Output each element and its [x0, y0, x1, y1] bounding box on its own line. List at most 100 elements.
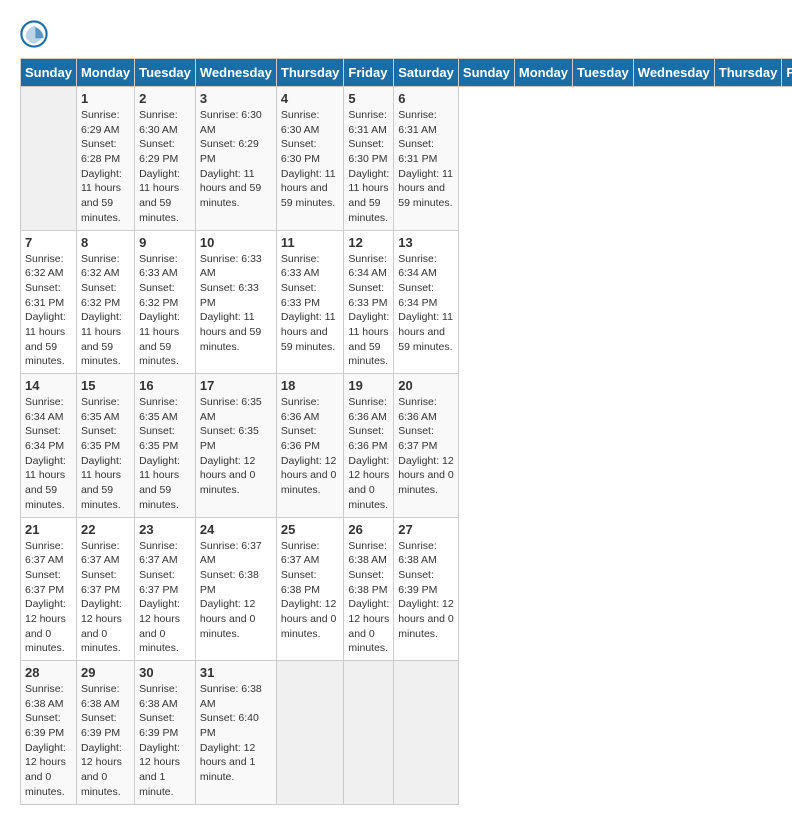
week-row-2: 7 Sunrise: 6:32 AM Sunset: 6:31 PM Daylig… [21, 230, 792, 374]
header-monday: Monday [76, 59, 134, 87]
day-cell: 29Sunrise: 6:38 AM Sunset: 6:39 PM Dayli… [76, 661, 134, 805]
day-info: Sunrise: 6:32 AM Sunset: 6:32 PM Dayligh… [81, 252, 130, 370]
day-info: Sunrise: 6:36 AM Sunset: 6:37 PM Dayligh… [398, 395, 454, 498]
day-info: Sunrise: 6:35 AM Sunset: 6:35 PM Dayligh… [81, 395, 130, 513]
day-info: Sunrise: 6:37 AM Sunset: 6:37 PM Dayligh… [81, 539, 130, 657]
day-info: Sunrise: 6:36 AM Sunset: 6:36 PM Dayligh… [281, 395, 340, 498]
day-info: Sunrise: 6:38 AM Sunset: 6:39 PM Dayligh… [25, 682, 72, 800]
day-number: 18 [281, 378, 340, 393]
day-number: 1 [81, 91, 130, 106]
day-cell [394, 661, 459, 805]
col-header-monday: Monday [514, 59, 572, 87]
day-cell: 14Sunrise: 6:34 AM Sunset: 6:34 PM Dayli… [21, 374, 77, 518]
day-info: Sunrise: 6:30 AM Sunset: 6:29 PM Dayligh… [139, 108, 191, 226]
header-wednesday: Wednesday [195, 59, 276, 87]
col-header-tuesday: Tuesday [573, 59, 634, 87]
day-info: Sunrise: 6:37 AM Sunset: 6:37 PM Dayligh… [139, 539, 191, 657]
col-header-friday: Friday [782, 59, 792, 87]
day-info: Sunrise: 6:38 AM Sunset: 6:39 PM Dayligh… [81, 682, 130, 800]
day-number: 31 [200, 665, 272, 680]
day-number: 25 [281, 522, 340, 537]
day-info: Sunrise: 6:38 AM Sunset: 6:40 PM Dayligh… [200, 682, 272, 785]
day-number: 16 [139, 378, 191, 393]
day-number: 28 [25, 665, 72, 680]
day-info: Sunrise: 6:35 AM Sunset: 6:35 PM Dayligh… [139, 395, 191, 513]
day-number: 24 [200, 522, 272, 537]
day-cell: 1Sunrise: 6:29 AM Sunset: 6:28 PM Daylig… [76, 87, 134, 231]
day-cell: 4Sunrise: 6:30 AM Sunset: 6:30 PM Daylig… [276, 87, 344, 231]
day-number: 26 [348, 522, 389, 537]
header-sunday: Sunday [21, 59, 77, 87]
day-info: Sunrise: 6:37 AM Sunset: 6:38 PM Dayligh… [281, 539, 340, 642]
day-number: 30 [139, 665, 191, 680]
day-number: 6 [398, 91, 454, 106]
day-cell: 31 Sunrise: 6:38 AM Sunset: 6:40 PM Dayli… [195, 661, 276, 805]
day-cell: 20Sunrise: 6:36 AM Sunset: 6:37 PM Dayli… [394, 374, 459, 518]
col-header-sunday: Sunday [458, 59, 514, 87]
day-cell [276, 661, 344, 805]
day-cell: 8 Sunrise: 6:32 AM Sunset: 6:32 PM Daylig… [76, 230, 134, 374]
logo [20, 20, 52, 48]
day-number: 2 [139, 91, 191, 106]
day-cell: 7 Sunrise: 6:32 AM Sunset: 6:31 PM Daylig… [21, 230, 77, 374]
day-info: Sunrise: 6:36 AM Sunset: 6:36 PM Dayligh… [348, 395, 389, 513]
header-thursday: Thursday [276, 59, 344, 87]
header-saturday: Saturday [394, 59, 459, 87]
day-cell: 18 Sunrise: 6:36 AM Sunset: 6:36 PM Dayli… [276, 374, 344, 518]
day-cell: 27Sunrise: 6:38 AM Sunset: 6:39 PM Dayli… [394, 517, 459, 661]
col-header-wednesday: Wednesday [633, 59, 714, 87]
day-number: 23 [139, 522, 191, 537]
day-cell: 13 Sunrise: 6:34 AM Sunset: 6:34 PM Dayli… [394, 230, 459, 374]
day-cell: 28 Sunrise: 6:38 AM Sunset: 6:39 PM Dayli… [21, 661, 77, 805]
day-info: Sunrise: 6:35 AM Sunset: 6:35 PM Dayligh… [200, 395, 272, 498]
day-cell: 30 Sunrise: 6:38 AM Sunset: 6:39 PM Dayli… [135, 661, 196, 805]
day-info: Sunrise: 6:33 AM Sunset: 6:33 PM Dayligh… [281, 252, 340, 355]
day-cell: 16 Sunrise: 6:35 AM Sunset: 6:35 PM Dayli… [135, 374, 196, 518]
day-cell: 26Sunrise: 6:38 AM Sunset: 6:38 PM Dayli… [344, 517, 394, 661]
day-cell [344, 661, 394, 805]
day-info: Sunrise: 6:34 AM Sunset: 6:33 PM Dayligh… [348, 252, 389, 370]
day-cell: 10Sunrise: 6:33 AM Sunset: 6:33 PM Dayli… [195, 230, 276, 374]
day-info: Sunrise: 6:34 AM Sunset: 6:34 PM Dayligh… [398, 252, 454, 355]
day-cell: 24 Sunrise: 6:37 AM Sunset: 6:38 PM Dayli… [195, 517, 276, 661]
day-info: Sunrise: 6:30 AM Sunset: 6:30 PM Dayligh… [281, 108, 340, 211]
day-number: 14 [25, 378, 72, 393]
day-number: 13 [398, 235, 454, 250]
day-cell: 9 Sunrise: 6:33 AM Sunset: 6:32 PM Daylig… [135, 230, 196, 374]
day-number: 7 [25, 235, 72, 250]
day-number: 19 [348, 378, 389, 393]
day-cell: 5 Sunrise: 6:31 AM Sunset: 6:30 PM Daylig… [344, 87, 394, 231]
day-number: 12 [348, 235, 389, 250]
day-cell: 2 Sunrise: 6:30 AM Sunset: 6:29 PM Daylig… [135, 87, 196, 231]
day-info: Sunrise: 6:37 AM Sunset: 6:38 PM Dayligh… [200, 539, 272, 642]
day-cell: 19 Sunrise: 6:36 AM Sunset: 6:36 PM Dayli… [344, 374, 394, 518]
header-tuesday: Tuesday [135, 59, 196, 87]
day-number: 22 [81, 522, 130, 537]
day-cell: 12 Sunrise: 6:34 AM Sunset: 6:33 PM Dayli… [344, 230, 394, 374]
day-cell: 25 Sunrise: 6:37 AM Sunset: 6:38 PM Dayli… [276, 517, 344, 661]
day-info: Sunrise: 6:30 AM Sunset: 6:29 PM Dayligh… [200, 108, 272, 211]
day-info: Sunrise: 6:32 AM Sunset: 6:31 PM Dayligh… [25, 252, 72, 370]
day-info: Sunrise: 6:33 AM Sunset: 6:33 PM Dayligh… [200, 252, 272, 355]
week-row-3: 14Sunrise: 6:34 AM Sunset: 6:34 PM Dayli… [21, 374, 792, 518]
day-number: 8 [81, 235, 130, 250]
col-header-thursday: Thursday [714, 59, 782, 87]
day-info: Sunrise: 6:37 AM Sunset: 6:37 PM Dayligh… [25, 539, 72, 657]
week-row-1: 1Sunrise: 6:29 AM Sunset: 6:28 PM Daylig… [21, 87, 792, 231]
day-number: 27 [398, 522, 454, 537]
day-cell: 17 Sunrise: 6:35 AM Sunset: 6:35 PM Dayli… [195, 374, 276, 518]
calendar-table: SundayMondayTuesdayWednesdayThursdayFrid… [20, 58, 792, 805]
day-cell: 23 Sunrise: 6:37 AM Sunset: 6:37 PM Dayli… [135, 517, 196, 661]
day-cell: 11Sunrise: 6:33 AM Sunset: 6:33 PM Dayli… [276, 230, 344, 374]
day-info: Sunrise: 6:38 AM Sunset: 6:39 PM Dayligh… [139, 682, 191, 800]
day-number: 5 [348, 91, 389, 106]
day-info: Sunrise: 6:31 AM Sunset: 6:31 PM Dayligh… [398, 108, 454, 211]
day-number: 15 [81, 378, 130, 393]
day-cell: 3Sunrise: 6:30 AM Sunset: 6:29 PM Daylig… [195, 87, 276, 231]
day-cell: 6 Sunrise: 6:31 AM Sunset: 6:31 PM Daylig… [394, 87, 459, 231]
day-number: 17 [200, 378, 272, 393]
day-info: Sunrise: 6:31 AM Sunset: 6:30 PM Dayligh… [348, 108, 389, 226]
calendar-header-row: SundayMondayTuesdayWednesdayThursdayFrid… [21, 59, 792, 87]
day-info: Sunrise: 6:33 AM Sunset: 6:32 PM Dayligh… [139, 252, 191, 370]
day-number: 9 [139, 235, 191, 250]
